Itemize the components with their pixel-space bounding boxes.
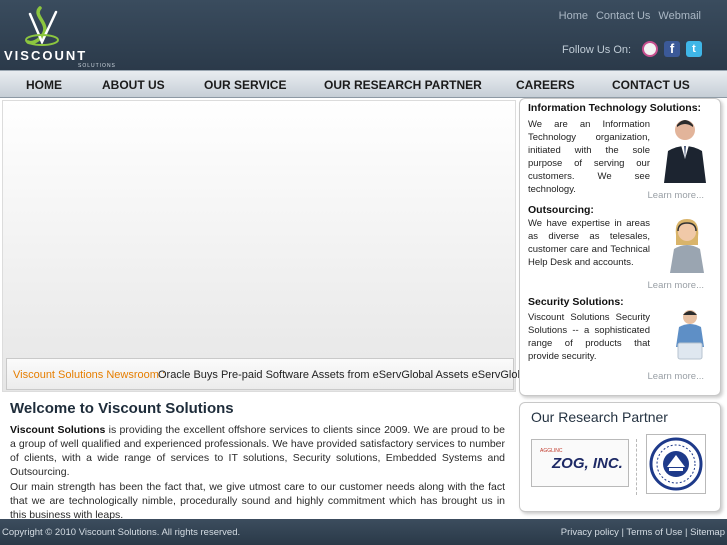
service-outsourcing-learn-more[interactable]: Learn more...	[648, 280, 705, 291]
toplink-webmail[interactable]: Webmail	[658, 10, 701, 22]
service-outsourcing-title: Outsourcing:	[528, 204, 594, 216]
nav-about-us[interactable]: ABOUT US	[102, 78, 165, 92]
footer-links: Privacy policy | Terms of Use | Sitemap	[561, 527, 725, 538]
top-links: Home Contact Us Webmail	[559, 10, 701, 22]
welcome-title: Welcome to Viscount Solutions	[10, 400, 234, 417]
partner-seal-logo[interactable]	[646, 434, 706, 494]
service-it-title: Information Technology Solutions:	[528, 102, 702, 114]
nav-our-research-partner[interactable]: OUR RESEARCH PARTNER	[324, 78, 482, 92]
businessman-image	[664, 120, 706, 183]
zog-small-text: AGGLINC	[540, 448, 563, 454]
service-security-desc: Viscount Solutions Security Solutions --…	[528, 312, 650, 362]
nav-home[interactable]: HOME	[26, 78, 62, 92]
hero-banner	[2, 100, 516, 392]
follow-us-label: Follow Us On:	[562, 44, 632, 56]
newsroom-ticker: Viscount Solutions Newsroom : Oracle Buy…	[6, 358, 535, 390]
welcome-lead: Viscount Solutions	[10, 424, 106, 436]
research-partner-title: Our Research Partner	[531, 409, 668, 425]
rss-icon[interactable]	[642, 41, 658, 57]
services-panel: Information Technology Solutions: We are…	[519, 98, 721, 396]
viscount-logo[interactable]: VISCOUNT SOLUTIONS	[2, 6, 122, 69]
copyright-text: Copyright © 2010 Viscount Solutions. All…	[2, 527, 241, 538]
service-it-desc: We are an Information Technology organiz…	[528, 119, 650, 195]
zog-logo-text: ZOG, INC.	[552, 455, 623, 472]
twitter-icon[interactable]: t	[686, 41, 702, 57]
service-it-learn-more[interactable]: Learn more...	[648, 190, 705, 201]
security-person-image	[676, 310, 704, 360]
research-partner-panel: Our Research Partner AGGLINC ZOG, INC.	[519, 402, 721, 512]
toplink-contact-us[interactable]: Contact Us	[596, 10, 650, 22]
footer-link-sitemap[interactable]: Sitemap	[690, 527, 725, 538]
nav-contact-us[interactable]: CONTACT US	[612, 78, 690, 92]
welcome-paragraph-2: Our main strength has been the fact that…	[10, 481, 505, 521]
site-footer: Copyright © 2010 Viscount Solutions. All…	[0, 519, 727, 545]
seal-emblem-icon	[649, 437, 703, 491]
footer-link-privacy-policy[interactable]: Privacy policy	[561, 527, 619, 538]
facebook-icon[interactable]: f	[664, 41, 680, 57]
logo-emblem-icon	[25, 6, 59, 46]
nav-our-service[interactable]: OUR SERVICE	[204, 78, 286, 92]
service-outsourcing-desc: We have expertise in areas as diverse as…	[528, 218, 650, 268]
partner-divider	[636, 439, 637, 495]
brand-tagline: SOLUTIONS	[78, 63, 116, 69]
main-nav: HOME ABOUT US OUR SERVICE OUR RESEARCH P…	[0, 70, 727, 98]
zog-inc-logo[interactable]: AGGLINC ZOG, INC.	[531, 439, 629, 487]
service-security-learn-more[interactable]: Learn more...	[648, 371, 705, 382]
service-security-title: Security Solutions:	[528, 296, 624, 308]
site-header: VISCOUNT SOLUTIONS Home Contact Us Webma…	[0, 0, 727, 70]
welcome-paragraph-1: Viscount Solutions is providing the exce…	[10, 423, 505, 479]
brand-name: VISCOUNT	[4, 48, 88, 63]
newsroom-headline[interactable]: Oracle Buys Pre-paid Software Assets fro…	[158, 369, 535, 381]
nav-careers[interactable]: CAREERS	[516, 78, 575, 92]
newsroom-label: Viscount Solutions Newsroom :	[13, 369, 166, 381]
toplink-home[interactable]: Home	[559, 10, 588, 22]
support-agent-image	[670, 219, 704, 273]
footer-link-terms-of-use[interactable]: Terms of Use	[626, 527, 682, 538]
